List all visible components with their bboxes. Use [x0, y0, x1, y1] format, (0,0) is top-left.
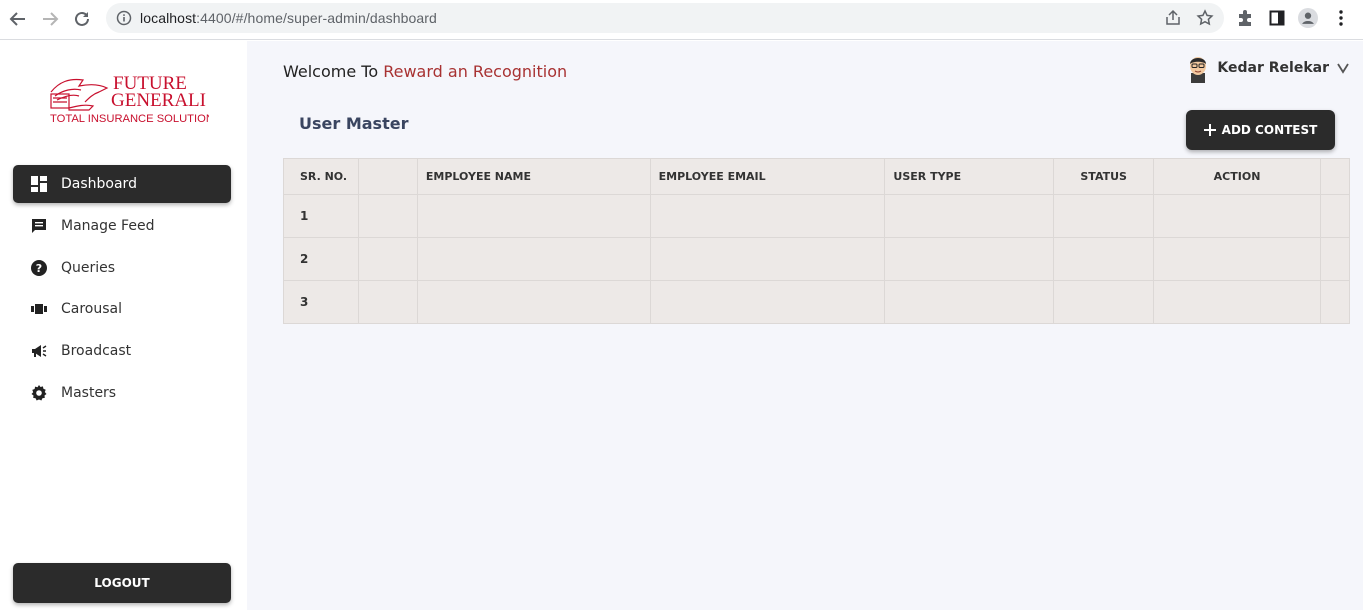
- profile-button[interactable]: [1298, 8, 1318, 28]
- welcome-prefix: Welcome To: [283, 62, 379, 81]
- url-text[interactable]: localhost:4400/#/home/super-admin/dashbo…: [140, 10, 437, 26]
- table-cell: [1319, 280, 1351, 324]
- add-contest-label: ADD CONTEST: [1221, 123, 1318, 137]
- profile-icon: [1298, 8, 1318, 28]
- reload-button[interactable]: [70, 7, 94, 31]
- table-cell: [1153, 194, 1321, 238]
- url-path: :4400/#/home/super-admin/dashboard: [196, 10, 437, 26]
- logo-line-3: TOTAL INSURANCE SOLUTIONS: [50, 113, 209, 125]
- table-cell: 2: [283, 237, 359, 281]
- gear-icon: [29, 383, 49, 403]
- carousel-icon: [29, 299, 49, 319]
- main-content: Welcome To Reward an Recognition Kedar R…: [247, 41, 1363, 610]
- table-row: 3: [283, 280, 1351, 324]
- avatar: [1190, 57, 1207, 83]
- table-cell: [416, 194, 651, 238]
- sidebar-item-label: Queries: [61, 260, 116, 276]
- plus-icon: [1203, 124, 1216, 136]
- app-name: Reward an Recognition: [383, 62, 568, 81]
- chevron-down-icon: [1337, 63, 1349, 74]
- browser-toolbar: localhost:4400/#/home/super-admin/dashbo…: [0, 0, 1363, 40]
- sidebar-item-dashboard[interactable]: Dashboard: [13, 165, 231, 203]
- sidebar-item-label: Manage Feed: [61, 218, 155, 234]
- table-cell: [884, 194, 1055, 238]
- column-header: [357, 158, 418, 195]
- table-cell: [357, 237, 418, 281]
- info-icon[interactable]: [116, 10, 132, 26]
- table-row: 1: [283, 194, 1351, 238]
- forward-arrow-icon: [43, 12, 59, 26]
- extensions-button[interactable]: [1235, 8, 1255, 28]
- sidebar-item-masters[interactable]: Masters: [13, 374, 231, 412]
- dashboard-icon: [29, 174, 49, 194]
- table-cell: [1319, 237, 1351, 281]
- sidebar-item-label: Dashboard: [61, 176, 137, 192]
- star-icon[interactable]: [1196, 9, 1214, 27]
- future-generali-logo: FUTURE GENERALI TOTAL INSURANCE SOLUTION…: [50, 73, 209, 125]
- side-panel-button[interactable]: [1267, 8, 1287, 28]
- table-cell: [357, 280, 418, 324]
- table-cell: [416, 280, 651, 324]
- share-icon[interactable]: [1164, 9, 1182, 27]
- column-header: STATUS: [1053, 158, 1155, 195]
- table-cell: [884, 280, 1055, 324]
- column-header: EMPLOYEE NAME: [416, 158, 651, 195]
- logout-button[interactable]: LOGOUT: [13, 563, 231, 603]
- sidebar-item-carousal[interactable]: Carousal: [13, 290, 231, 328]
- table-cell: [1053, 237, 1155, 281]
- sidebar-item-label: Carousal: [61, 301, 123, 317]
- side-panel-icon: [1269, 10, 1285, 26]
- puzzle-icon: [1239, 10, 1251, 26]
- sidebar-item-broadcast[interactable]: Broadcast: [13, 332, 231, 370]
- megaphone-icon: [29, 341, 49, 361]
- table-row: 2: [283, 237, 1351, 281]
- menu-button[interactable]: [1331, 8, 1351, 28]
- sidebar-item-manage-feed[interactable]: Manage Feed: [13, 207, 231, 245]
- column-header: USER TYPE: [884, 158, 1055, 195]
- table-cell: [1319, 194, 1351, 238]
- page-title: User Master: [299, 114, 409, 133]
- url-host: localhost: [140, 10, 197, 26]
- forward-button[interactable]: [38, 7, 62, 31]
- table-cell: [884, 237, 1055, 281]
- back-button[interactable]: [6, 7, 30, 31]
- user-master-table: SR. NO. EMPLOYEE NAME EMPLOYEE EMAIL USE…: [283, 158, 1351, 324]
- sidebar-item-queries[interactable]: ? Queries: [13, 249, 231, 287]
- help-icon: ?: [29, 258, 49, 278]
- table-cell: [649, 194, 886, 238]
- column-header: ACTION: [1153, 158, 1321, 195]
- user-menu[interactable]: Kedar Relekar: [1185, 53, 1349, 83]
- table-cell: 3: [283, 280, 359, 324]
- column-header: [1319, 158, 1351, 195]
- welcome-heading: Welcome To Reward an Recognition: [283, 62, 567, 81]
- sidebar: FUTURE GENERALI TOTAL INSURANCE SOLUTION…: [0, 41, 247, 610]
- table-cell: [416, 237, 651, 281]
- table-cell: [1153, 280, 1321, 324]
- sidebar-item-label: Broadcast: [61, 343, 132, 359]
- sidebar-item-label: Masters: [61, 385, 117, 401]
- logo-line-2: GENERALI: [111, 90, 206, 111]
- table-cell: [357, 194, 418, 238]
- column-header: EMPLOYEE EMAIL: [649, 158, 886, 195]
- table-header-row: SR. NO. EMPLOYEE NAME EMPLOYEE EMAIL USE…: [283, 158, 1351, 195]
- table-cell: [1153, 237, 1321, 281]
- user-name: Kedar Relekar: [1217, 60, 1329, 76]
- table-cell: [649, 237, 886, 281]
- column-header: SR. NO.: [283, 158, 359, 195]
- table-cell: [1053, 194, 1155, 238]
- table-cell: 1: [283, 194, 359, 238]
- add-contest-button[interactable]: ADD CONTEST: [1186, 110, 1335, 150]
- reload-icon: [75, 11, 89, 26]
- table-cell: [649, 280, 886, 324]
- chat-icon: [29, 216, 49, 236]
- table-cell: [1053, 280, 1155, 324]
- svg-text:?: ?: [36, 262, 42, 275]
- back-arrow-icon: [9, 12, 25, 26]
- address-bar[interactable]: localhost:4400/#/home/super-admin/dashbo…: [106, 3, 1224, 33]
- kebab-menu-icon: [1339, 10, 1343, 26]
